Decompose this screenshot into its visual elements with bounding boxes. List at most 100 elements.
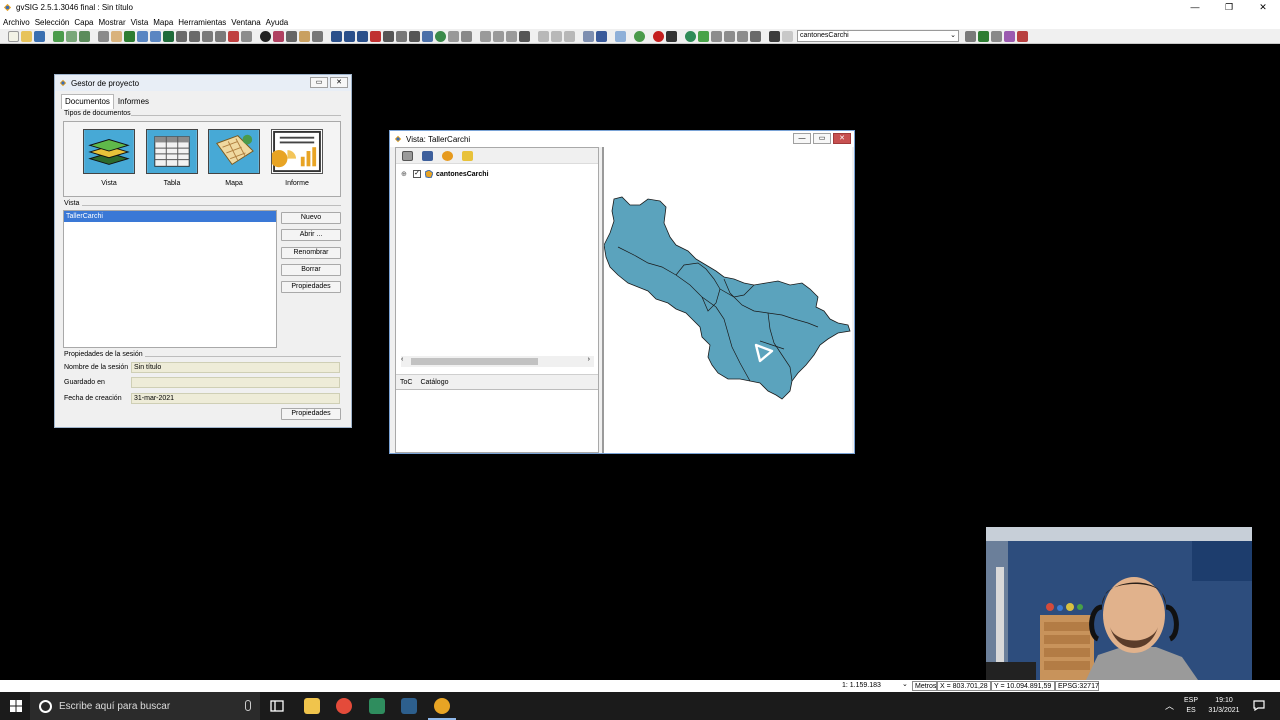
scroll-thumb[interactable] bbox=[411, 358, 538, 365]
menu-mapa[interactable]: Mapa bbox=[153, 18, 173, 27]
gvsig-taskbar-icon[interactable] bbox=[434, 698, 450, 714]
wfs-icon[interactable] bbox=[724, 30, 735, 42]
close-frame-button[interactable]: ✕ bbox=[330, 77, 348, 88]
toc-add-icon[interactable] bbox=[442, 150, 453, 161]
menu-ayuda[interactable]: Ayuda bbox=[266, 18, 289, 27]
menu-mostrar[interactable]: Mostrar bbox=[99, 18, 126, 27]
menu-herramientas[interactable]: Herramientas bbox=[178, 18, 226, 27]
doc-type-mapa[interactable]: Mapa bbox=[207, 129, 261, 187]
tab-toc[interactable]: ToC bbox=[400, 379, 412, 386]
table-view-icon[interactable] bbox=[480, 30, 491, 42]
table-link-icon[interactable] bbox=[506, 30, 517, 42]
creation-date-field[interactable]: 31-mar-2021 bbox=[131, 393, 340, 404]
zoom-in-icon[interactable] bbox=[137, 30, 148, 42]
zoom-less-icon[interactable] bbox=[189, 30, 200, 42]
filter-icon[interactable] bbox=[422, 30, 433, 42]
close-frame-button[interactable]: ✕ bbox=[833, 133, 851, 144]
taskbar-search-input[interactable]: Escribe aquí para buscar bbox=[30, 692, 260, 720]
select-poly-icon[interactable] bbox=[357, 30, 368, 42]
tab-documentos[interactable]: Documentos bbox=[61, 94, 114, 109]
menu-ventana[interactable]: Ventana bbox=[231, 18, 260, 27]
restore-button[interactable]: ❐ bbox=[1212, 0, 1246, 15]
propiedades-button[interactable]: Propiedades bbox=[281, 281, 341, 293]
zoom-previous-icon[interactable] bbox=[202, 30, 213, 42]
scroll-right-icon[interactable]: › bbox=[588, 356, 590, 363]
map-canvas[interactable] bbox=[602, 147, 852, 453]
toc-remove-icon[interactable] bbox=[462, 150, 473, 161]
stop-icon[interactable] bbox=[653, 30, 664, 42]
save-icon[interactable] bbox=[34, 30, 45, 42]
doc-type-tabla[interactable]: Tabla bbox=[145, 129, 199, 187]
abrir-button[interactable]: Abrir ... bbox=[281, 229, 341, 241]
qgis-app-icon[interactable] bbox=[369, 698, 385, 714]
raster-icon[interactable] bbox=[698, 30, 709, 42]
db-icon[interactable] bbox=[737, 30, 748, 42]
geoprocess-icon[interactable] bbox=[685, 30, 696, 42]
measure-area-icon[interactable] bbox=[273, 30, 284, 42]
overview-icon[interactable] bbox=[241, 30, 252, 42]
invert-selection-icon[interactable] bbox=[448, 30, 459, 42]
settings-gear-icon[interactable] bbox=[634, 30, 645, 42]
copy-features-icon[interactable] bbox=[583, 30, 594, 42]
clear-selection-icon[interactable] bbox=[409, 30, 420, 42]
vista-list[interactable]: TallerCarchi bbox=[63, 210, 277, 348]
layer-list-icon[interactable] bbox=[750, 30, 761, 42]
table-grid-icon[interactable] bbox=[615, 30, 626, 42]
windows-start-icon[interactable] bbox=[10, 700, 22, 712]
zoom-out-icon[interactable] bbox=[150, 30, 161, 42]
maximize-frame-button[interactable]: ▭ bbox=[813, 133, 831, 144]
edit-pencil-icon[interactable] bbox=[299, 30, 310, 42]
editing-icon[interactable] bbox=[965, 30, 976, 42]
new-file-icon[interactable] bbox=[8, 30, 19, 42]
notification-icon[interactable] bbox=[1253, 700, 1265, 711]
wms-icon[interactable] bbox=[711, 30, 722, 42]
chrome-icon[interactable] bbox=[336, 698, 352, 714]
vertex-icon[interactable] bbox=[991, 30, 1002, 42]
toc-layers-icon[interactable] bbox=[402, 150, 413, 161]
info-icon[interactable] bbox=[260, 30, 271, 42]
tab-informes[interactable]: Informes bbox=[114, 94, 153, 109]
doc-type-informe[interactable]: Informe bbox=[270, 129, 324, 187]
select-buffer-icon[interactable] bbox=[383, 30, 394, 42]
grid-icon[interactable] bbox=[564, 30, 575, 42]
tab-catalogo[interactable]: Catálogo bbox=[420, 379, 448, 386]
toc-horizontal-scrollbar[interactable]: ‹ › bbox=[401, 356, 594, 367]
doc-type-vista[interactable]: Vista bbox=[82, 129, 136, 187]
session-name-field[interactable]: Sin título bbox=[131, 362, 340, 373]
microphone-icon[interactable] bbox=[245, 700, 251, 711]
table-add-icon[interactable] bbox=[493, 30, 504, 42]
session-propiedades-button[interactable]: Propiedades bbox=[281, 408, 341, 420]
hyperlink-icon[interactable] bbox=[312, 30, 323, 42]
table-stats-icon[interactable] bbox=[519, 30, 530, 42]
crosshair-icon[interactable] bbox=[1004, 30, 1015, 42]
nuevo-button[interactable]: Nuevo bbox=[281, 212, 341, 224]
tools-icon[interactable] bbox=[666, 30, 677, 42]
renombrar-button[interactable]: Renombrar bbox=[281, 247, 341, 259]
maximize-frame-button[interactable]: ▭ bbox=[310, 77, 328, 88]
search-features-icon[interactable] bbox=[596, 30, 607, 42]
select-arrow-icon[interactable] bbox=[331, 30, 342, 42]
graticule-icon[interactable] bbox=[538, 30, 549, 42]
menu-seleccion[interactable]: Selección bbox=[35, 18, 70, 27]
layer-down-icon[interactable] bbox=[79, 30, 90, 42]
list-item[interactable]: TallerCarchi bbox=[64, 211, 276, 222]
edit-pen-icon[interactable] bbox=[978, 30, 989, 42]
minimize-button[interactable]: — bbox=[1178, 0, 1212, 15]
project-manager-titlebar[interactable]: Gestor de proyecto ▭ ✕ bbox=[55, 75, 351, 91]
select-layer-icon[interactable] bbox=[396, 30, 407, 42]
select-circle-icon[interactable] bbox=[370, 30, 381, 42]
file-explorer-icon[interactable] bbox=[304, 698, 320, 714]
globe-icon[interactable] bbox=[435, 30, 446, 42]
language-indicator[interactable]: ESP ES bbox=[1183, 696, 1199, 716]
remove-layer-icon[interactable] bbox=[66, 30, 77, 42]
saved-in-field[interactable] bbox=[131, 377, 340, 388]
add-layer-icon[interactable] bbox=[53, 30, 64, 42]
task-view-icon[interactable] bbox=[270, 700, 284, 712]
tray-chevron-up-icon[interactable]: ︿ bbox=[1165, 701, 1174, 711]
zoom-next-icon[interactable] bbox=[215, 30, 226, 42]
scroll-left-icon[interactable]: ‹ bbox=[401, 356, 403, 363]
expand-plus-icon[interactable]: ⊕ bbox=[401, 170, 409, 178]
borrar-button[interactable]: Borrar bbox=[281, 264, 341, 276]
zoom-more-icon[interactable] bbox=[176, 30, 187, 42]
layer-visible-checkbox[interactable]: ✓ bbox=[413, 170, 421, 178]
